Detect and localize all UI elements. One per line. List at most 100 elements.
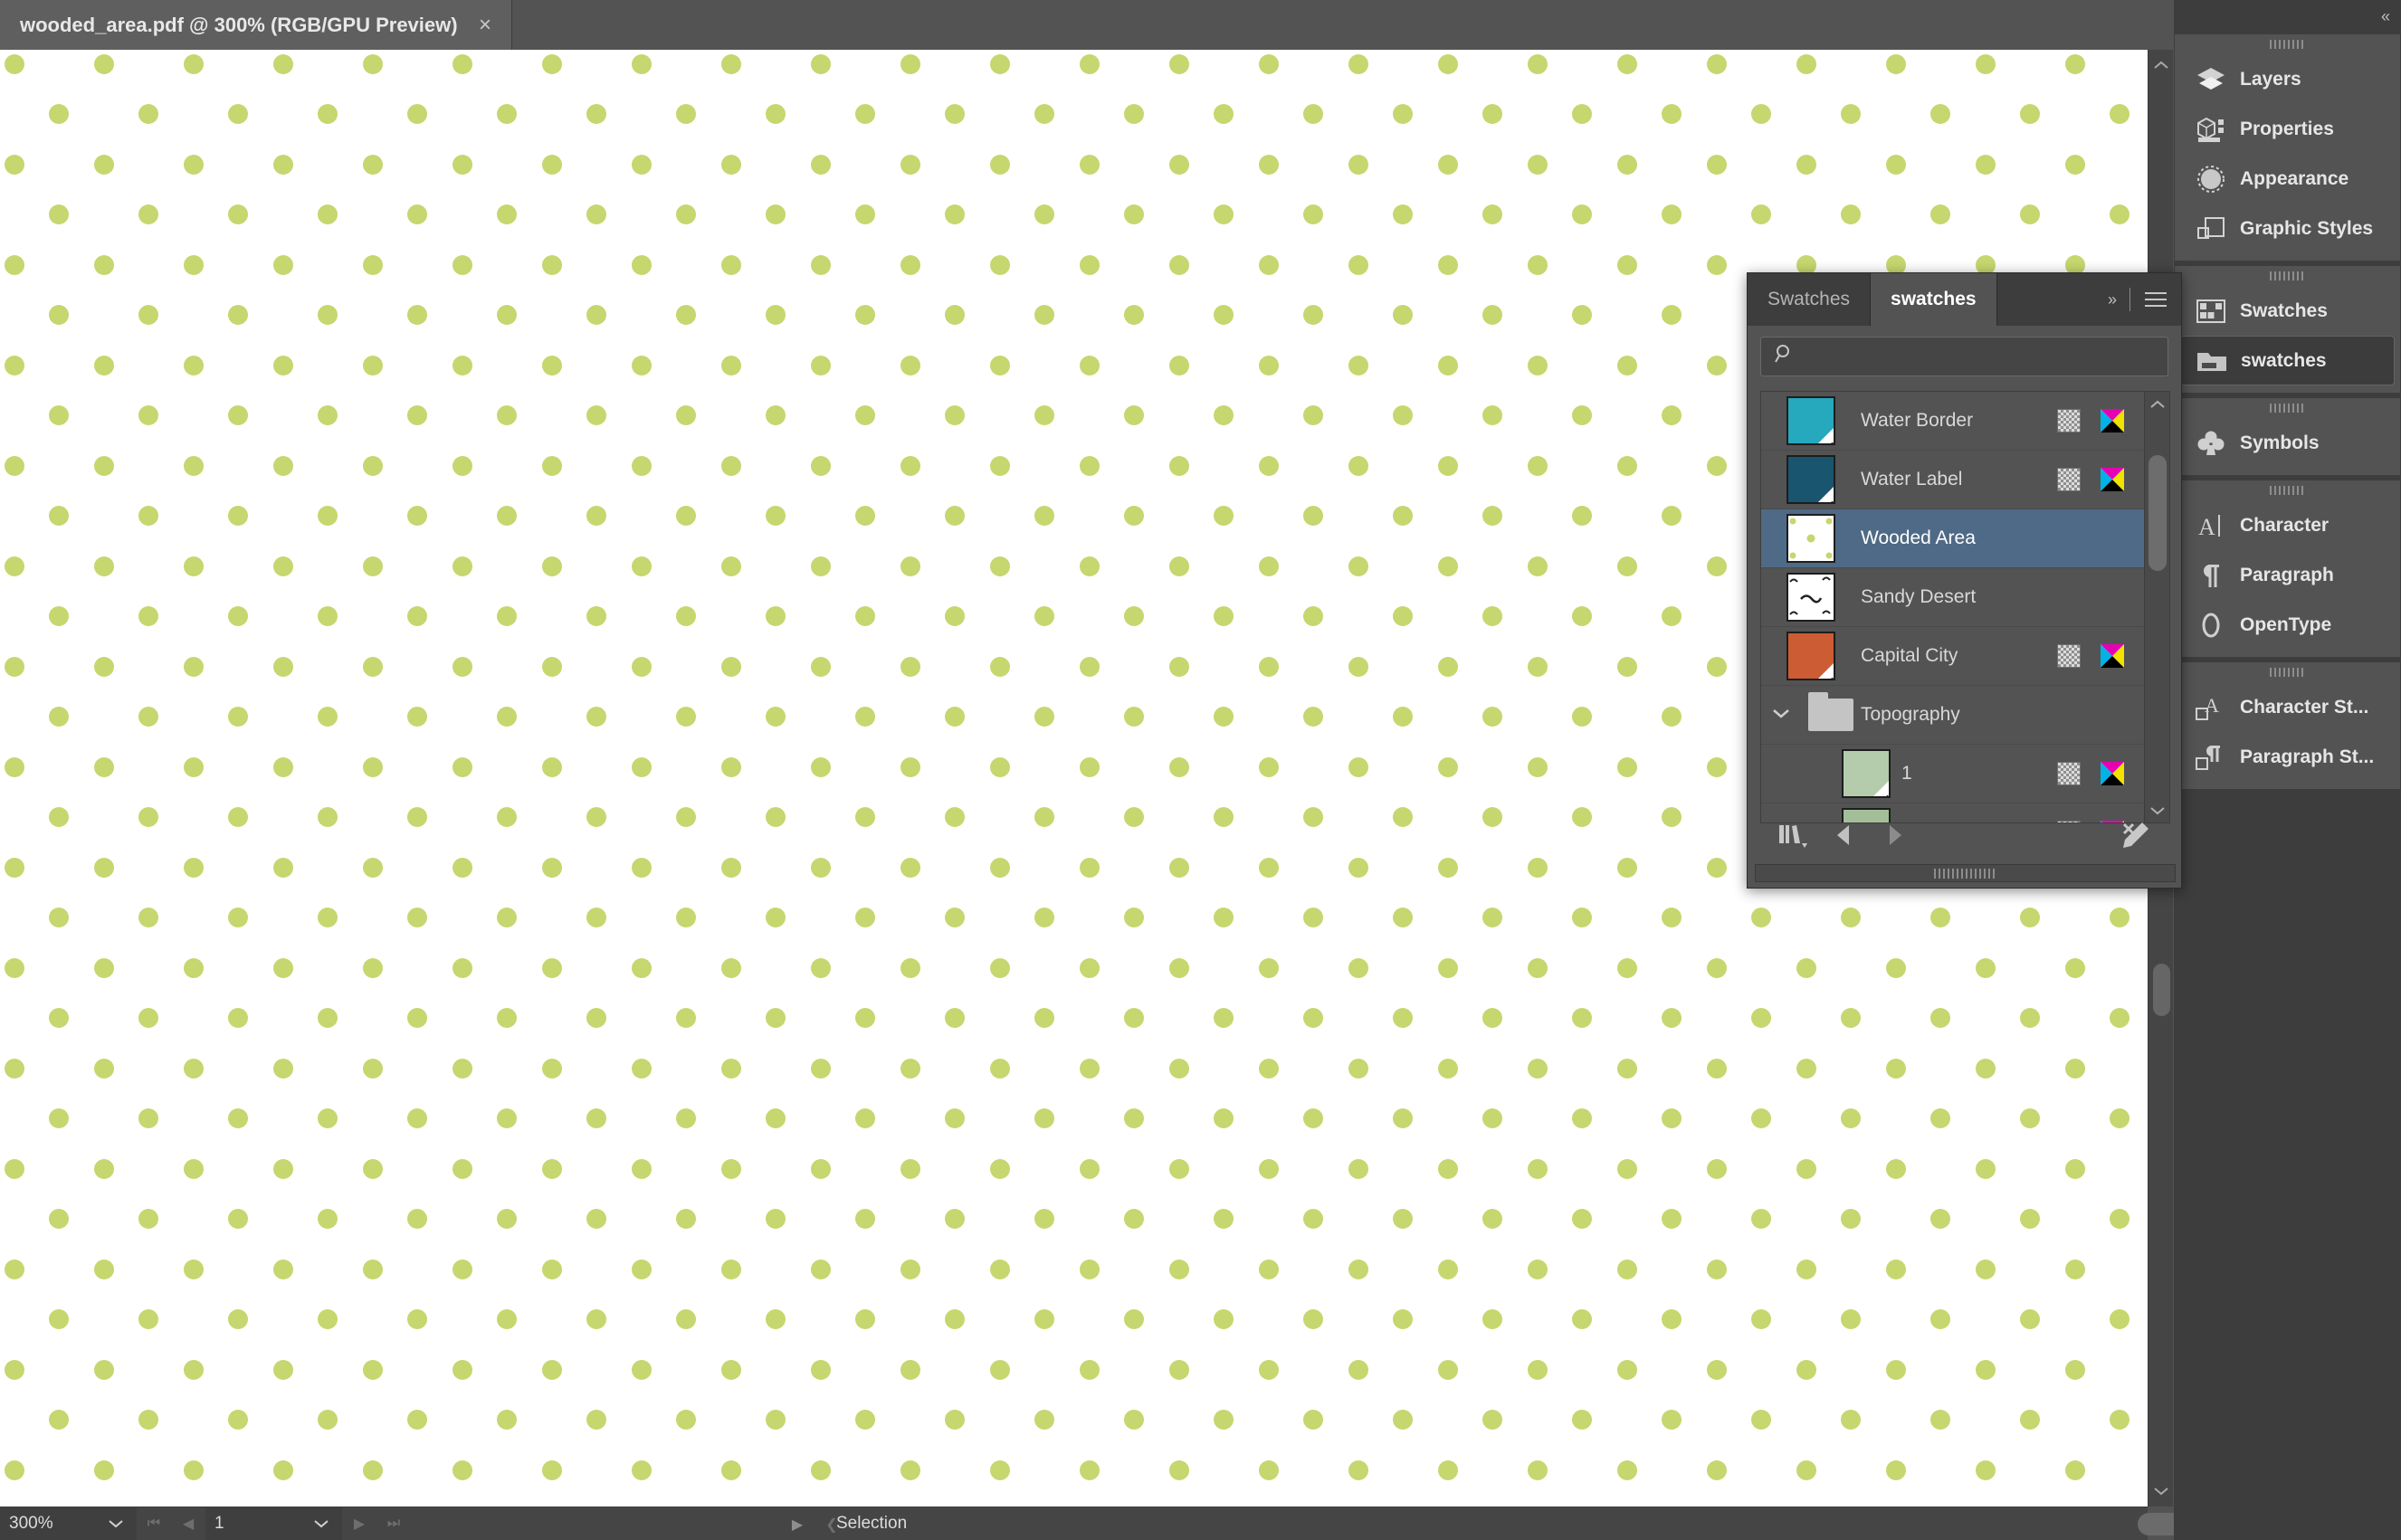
global-swatch-icon bbox=[2057, 644, 2082, 668]
swatch-scrollbar-thumb[interactable] bbox=[2149, 455, 2168, 571]
swatch-row-icons bbox=[2057, 468, 2144, 491]
swatch-libraries-menu-icon[interactable] bbox=[1767, 815, 1818, 855]
swatch-pattern-chip-dots[interactable] bbox=[1786, 514, 1835, 563]
swatch-row-sandy-desert[interactable]: Sandy Desert bbox=[1761, 568, 2145, 627]
chevron-double-right-icon[interactable]: » bbox=[2108, 290, 2117, 309]
panel-resize-gripper[interactable] bbox=[1755, 864, 2176, 882]
scroll-down-icon[interactable] bbox=[2149, 1479, 2174, 1503]
swatch-row-water-label[interactable]: Water Label bbox=[1761, 451, 2145, 509]
next-library-icon[interactable] bbox=[1869, 815, 1920, 855]
swatch-row-wooded-area[interactable]: Wooded Area bbox=[1761, 509, 2145, 568]
swatches-panel-tabs: Swatches swatches » bbox=[1748, 273, 2181, 326]
swatch-row-capital-city[interactable]: Capital City bbox=[1761, 627, 2145, 686]
swatches-panel[interactable]: Swatches swatches » Water Border Water L… bbox=[1747, 272, 2182, 889]
dock-item-character-styles[interactable]: A Character St... bbox=[2175, 682, 2400, 732]
dock-item-paragraph-styles[interactable]: Paragraph St... bbox=[2175, 732, 2400, 782]
folder-icon bbox=[1808, 692, 1853, 731]
properties-icon bbox=[2195, 114, 2227, 145]
scroll-up-icon[interactable] bbox=[2145, 394, 2170, 415]
swatch-color-chip[interactable] bbox=[1786, 632, 1835, 680]
zoom-level-field[interactable]: 300% bbox=[0, 1507, 95, 1540]
dock-item-symbols[interactable]: Symbols bbox=[2175, 418, 2400, 468]
dock-item-paragraph[interactable]: Paragraph bbox=[2175, 550, 2400, 600]
swatch-name: Water Label bbox=[1861, 469, 1963, 490]
dock-label: Layers bbox=[2240, 68, 2301, 90]
horizontal-scrollbar[interactable]: ▶ ❮ bbox=[780, 1507, 2185, 1540]
hamburger-menu-icon[interactable] bbox=[2145, 288, 2167, 311]
dock-item-appearance[interactable]: Appearance bbox=[2175, 154, 2400, 204]
swatch-group-topography[interactable]: Topography bbox=[1761, 686, 2145, 745]
panel-grip[interactable] bbox=[2175, 34, 2400, 54]
character-icon: A bbox=[2195, 510, 2227, 541]
scroll-up-icon[interactable] bbox=[2149, 53, 2174, 77]
swatch-pattern-chip-squiggle[interactable] bbox=[1786, 573, 1835, 622]
swatch-color-chip[interactable] bbox=[1842, 749, 1891, 798]
global-swatch-icon bbox=[2057, 468, 2082, 491]
swatch-row-icons bbox=[2057, 762, 2144, 785]
zoom-dropdown-chevron-down-icon[interactable] bbox=[95, 1507, 137, 1540]
swatch-chip-cell bbox=[1761, 749, 1901, 798]
first-page-icon[interactable]: ⏮ bbox=[137, 1507, 171, 1540]
new-swatch-pen-icon[interactable] bbox=[2110, 815, 2161, 855]
close-icon[interactable]: × bbox=[479, 14, 491, 36]
right-dock: « Layers Properties Appearance Graphic S… bbox=[2174, 0, 2401, 1540]
swatch-list-scrollbar[interactable] bbox=[2144, 392, 2169, 822]
swatch-color-chip[interactable] bbox=[1786, 455, 1835, 504]
panel-grip[interactable] bbox=[2175, 266, 2400, 286]
previous-library-icon[interactable] bbox=[1818, 815, 1869, 855]
swatch-search-box[interactable] bbox=[1760, 337, 2168, 376]
next-page-icon[interactable]: ▶ bbox=[342, 1507, 376, 1540]
document-tab[interactable]: wooded_area.pdf @ 300% (RGB/GPU Preview)… bbox=[0, 0, 512, 50]
panel-tab-tools: » bbox=[2108, 273, 2167, 326]
status-play-icon[interactable]: ▶ bbox=[780, 1507, 815, 1540]
panel-grip[interactable] bbox=[2175, 662, 2400, 682]
last-page-icon[interactable]: ⏭ bbox=[376, 1507, 411, 1540]
swatch-name: 1 bbox=[1901, 763, 1912, 784]
panel-grip[interactable] bbox=[2175, 398, 2400, 418]
dock-item-character[interactable]: A Character bbox=[2175, 500, 2400, 550]
search-input[interactable] bbox=[1796, 347, 2168, 366]
document-tab-title: wooded_area.pdf @ 300% (RGB/GPU Preview) bbox=[20, 13, 458, 36]
search-icon bbox=[1774, 343, 1796, 370]
prev-page-icon[interactable]: ◀ bbox=[171, 1507, 205, 1540]
tab-label: swatches bbox=[1891, 289, 1977, 309]
page-number-field[interactable]: 1 bbox=[205, 1507, 300, 1540]
canvas-scrollbar-thumb[interactable] bbox=[2153, 964, 2170, 1016]
dock-item-swatches-library[interactable]: swatches bbox=[2180, 336, 2395, 385]
collapse-panels-icon[interactable]: « bbox=[2381, 7, 2390, 26]
panel-grip[interactable] bbox=[2175, 480, 2400, 500]
dock-item-graphic-styles[interactable]: Graphic Styles bbox=[2175, 204, 2400, 253]
swatch-name: Capital City bbox=[1861, 645, 1958, 666]
swatch-name: Water Border bbox=[1861, 410, 1974, 431]
dock-item-opentype[interactable]: OpenType bbox=[2175, 600, 2400, 650]
tools-divider bbox=[2129, 288, 2130, 311]
swatch-row-icons bbox=[2057, 644, 2144, 668]
swatch-color-chip[interactable] bbox=[1786, 396, 1835, 445]
swatch-row-icons bbox=[2057, 409, 2144, 433]
swatch-list-container: Water Border Water Label Wooded Area San… bbox=[1760, 391, 2170, 823]
character-styles-icon: A bbox=[2195, 692, 2227, 723]
dock-item-properties[interactable]: Properties bbox=[2175, 104, 2400, 154]
tab-swatches[interactable]: Swatches bbox=[1748, 273, 1872, 326]
dock-label: swatches bbox=[2241, 349, 2327, 371]
swatch-chip-cell bbox=[1761, 455, 1861, 504]
graphic-styles-icon bbox=[2195, 214, 2227, 244]
dock-group-styles: A Character St... Paragraph St... bbox=[2174, 661, 2401, 790]
swatch-row-topography-1[interactable]: 1 bbox=[1761, 745, 2145, 803]
swatch-row-water-border[interactable]: Water Border bbox=[1761, 392, 2145, 451]
dock-header: « bbox=[2174, 0, 2401, 33]
opentype-icon bbox=[2195, 610, 2227, 641]
swatch-name: Wooded Area bbox=[1861, 528, 1976, 548]
page-dropdown-chevron-down-icon[interactable] bbox=[300, 1507, 342, 1540]
chevron-left-icon[interactable]: ❮ bbox=[815, 1507, 849, 1540]
dock-label: Graphic Styles bbox=[2240, 217, 2374, 239]
chevron-down-icon[interactable] bbox=[1761, 706, 1801, 724]
dock-item-swatches[interactable]: Swatches bbox=[2175, 286, 2400, 336]
tab-swatches-library[interactable]: swatches bbox=[1871, 273, 1997, 326]
dock-group-symbols: Symbols bbox=[2174, 397, 2401, 476]
dock-label: Symbols bbox=[2240, 432, 2320, 453]
dock-item-layers[interactable]: Layers bbox=[2175, 54, 2400, 104]
tab-label: Swatches bbox=[1767, 289, 1851, 309]
swatch-list[interactable]: Water Border Water Label Wooded Area San… bbox=[1761, 392, 2145, 822]
global-swatch-icon bbox=[2057, 409, 2082, 433]
